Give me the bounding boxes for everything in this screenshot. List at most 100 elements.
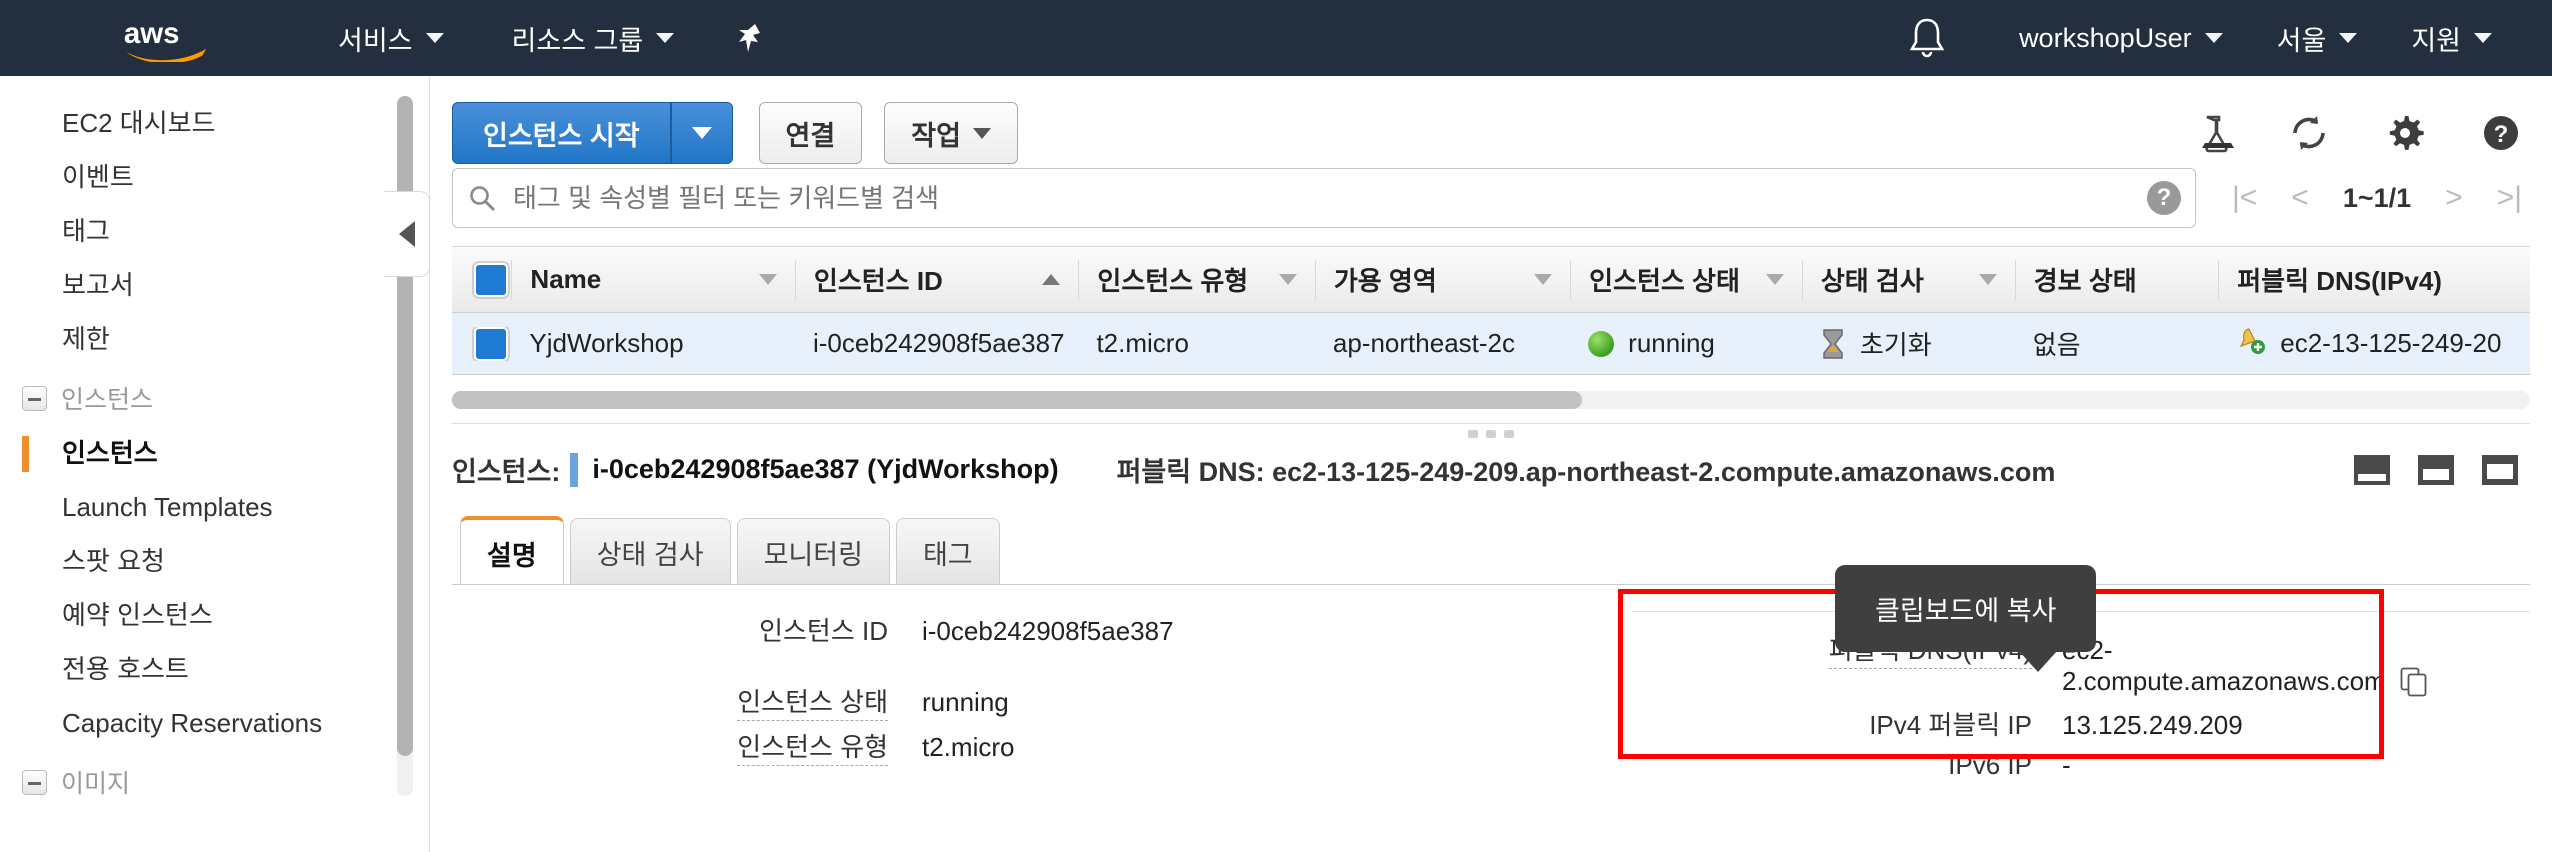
sidebar-group-label: 인스턴스 (61, 386, 154, 414)
chevron-down-icon (425, 33, 444, 43)
tab-monitoring[interactable]: 모니터링 (736, 518, 890, 584)
sidebar-item-label: 인스턴스 (62, 438, 158, 468)
search-help-icon[interactable]: ? (2146, 181, 2181, 215)
panel-medium-icon[interactable] (2418, 454, 2454, 485)
panel-large-icon[interactable] (2482, 454, 2518, 485)
chevron-down-icon[interactable] (1278, 274, 1297, 285)
column-header-instance-id[interactable]: 인스턴스 ID (794, 259, 1079, 300)
grip-dot (1468, 430, 1478, 438)
field-value: running (922, 687, 1009, 717)
sidebar-item-tags[interactable]: 태그 (0, 204, 429, 258)
chevron-down-icon[interactable] (1765, 274, 1784, 285)
collapse-minus-icon[interactable] (22, 769, 47, 795)
chevron-up-icon[interactable] (1042, 274, 1061, 285)
pagination-prev-button[interactable]: < (2291, 181, 2309, 215)
table-horizontal-scrollbar-thumb[interactable] (452, 391, 1582, 409)
sidebar-group-images[interactable]: 이미지 (0, 750, 429, 810)
pane-resize-grip[interactable] (452, 424, 2530, 438)
page-body: EC2 대시보드 이벤트 태그 보고서 제한 인스턴스 인스턴스 Launch … (0, 76, 2552, 852)
column-label: 인스턴스 ID (813, 266, 943, 296)
column-header-instance-state[interactable]: 인스턴스 상태 (1570, 259, 1802, 300)
tab-status-checks[interactable]: 상태 검사 (569, 518, 731, 584)
nav-support-menu[interactable]: 지원 (2411, 19, 2492, 58)
search-box[interactable]: ? (452, 168, 2196, 228)
table-row[interactable]: YjdWorkshop i-0ceb242908f5ae387 t2.micro… (452, 313, 2530, 375)
sidebar-item-events[interactable]: 이벤트 (0, 150, 429, 204)
cell-name: YjdWorkshop (529, 328, 684, 358)
column-header-alarm-status[interactable]: 경보 상태 (2014, 259, 2219, 300)
chevron-down-icon[interactable] (758, 274, 777, 285)
sidebar-item-reports[interactable]: 보고서 (0, 258, 429, 312)
nav-services[interactable]: 서비스 (338, 19, 444, 58)
column-header-status-check[interactable]: 상태 검사 (1801, 259, 2015, 300)
launch-instance-button[interactable]: 인스턴스 시작 (452, 102, 671, 164)
pin-icon[interactable] (734, 21, 768, 55)
chevron-down-icon[interactable] (1978, 274, 1997, 285)
copy-icon[interactable] (2400, 667, 2428, 697)
gear-icon[interactable] (2384, 112, 2426, 154)
chevron-down-icon (691, 127, 712, 139)
public-dns-line-1: ec2- (2062, 635, 2428, 666)
tab-label: 모니터링 (763, 540, 863, 570)
cell-instance-type: t2.micro (1096, 328, 1189, 358)
sidebar-item-label: EC2 대시보드 (62, 108, 216, 138)
sidebar-item-reserved-instances[interactable]: 예약 인스턴스 (0, 588, 429, 642)
row-checkbox[interactable] (473, 326, 508, 361)
help-icon[interactable]: ? (2480, 112, 2522, 154)
launch-instance-dropdown-button[interactable] (670, 102, 733, 164)
column-header-public-dns[interactable]: 퍼블릭 DNS(IPv4) (2218, 259, 2530, 300)
main-content: 인스턴스 시작 연결 작업 ? 태그 및 속성별 필터 또는 키워드별 검색 ?… (430, 76, 2552, 852)
tab-description[interactable]: 설명 (460, 516, 564, 585)
panel-small-icon[interactable] (2354, 454, 2390, 485)
sidebar-group-instances[interactable]: 인스턴스 (0, 366, 429, 426)
cell-public-dns: ec2-13-125-249-20 (2218, 325, 2530, 362)
actions-button[interactable]: 작업 (884, 102, 1018, 164)
pagination-next-button[interactable]: > (2445, 181, 2463, 215)
chevron-down-icon[interactable] (1534, 274, 1553, 285)
refresh-icon[interactable] (2288, 112, 2330, 154)
pagination-first-button[interactable]: |< (2232, 181, 2257, 215)
column-header-availability-zone[interactable]: 가용 영역 (1314, 259, 1570, 300)
sidebar-item-label: 예약 인스턴스 (62, 600, 213, 630)
sidebar-item-instances[interactable]: 인스턴스 (0, 426, 429, 480)
sidebar-item-capacity-reservations[interactable]: Capacity Reservations (0, 696, 429, 750)
select-all-checkbox[interactable] (473, 262, 508, 297)
nav-resource-groups[interactable]: 리소스 그룹 (512, 19, 675, 58)
sidebar-item-launch-templates[interactable]: Launch Templates (0, 480, 429, 534)
pagination-last-button[interactable]: >| (2497, 181, 2522, 215)
pagination-label: 1~1/1 (2342, 182, 2412, 213)
public-dns-line-2-wrap: 2.compute.amazonaws.com (2062, 666, 2428, 697)
row-checkbox-cell[interactable] (452, 326, 511, 361)
sidebar-item-dedicated-hosts[interactable]: 전용 호스트 (0, 642, 429, 696)
select-all-checkbox-cell[interactable] (452, 260, 511, 300)
column-header-name[interactable]: Name (511, 259, 795, 300)
connect-button[interactable]: 연결 (758, 102, 863, 164)
field-ipv4-public-ip: IPv4 퍼블릭 IP 13.125.249.209 (1632, 705, 2530, 750)
description-tab-panel: 인스턴스 ID i-0ceb242908f5ae387 인스턴스 상태 runn… (452, 565, 2530, 789)
nav-region-menu[interactable]: 서울 (2277, 19, 2358, 58)
sidebar-item-ec2-dashboard[interactable]: EC2 대시보드 (0, 96, 429, 150)
column-label: Name (530, 264, 602, 294)
cell-instance-id: i-0ceb242908f5ae387 (812, 328, 1065, 358)
sidebar-item-limits[interactable]: 제한 (0, 312, 429, 366)
actions-label: 작업 (911, 120, 961, 151)
cell-instance-state: running (1570, 328, 1802, 359)
sidebar-item-spot-requests[interactable]: 스팟 요청 (0, 534, 429, 588)
instance-state-text: running (1628, 328, 1715, 358)
column-header-instance-type[interactable]: 인스턴스 유형 (1078, 259, 1314, 300)
tab-tags[interactable]: 태그 (895, 518, 1000, 584)
pagination: |< < 1~1/1 > >| (2232, 181, 2530, 215)
collapse-minus-icon[interactable] (22, 385, 47, 411)
bell-icon[interactable] (1905, 15, 1949, 61)
hourglass-icon (1820, 328, 1846, 360)
table-horizontal-scrollbar[interactable] (452, 391, 2530, 409)
sidebar-collapse-button[interactable] (384, 191, 430, 277)
bell-add-icon (2236, 325, 2266, 362)
chevron-down-icon (656, 33, 675, 43)
flask-icon[interactable] (2192, 112, 2234, 154)
nav-user-menu[interactable]: workshopUser (2019, 23, 2223, 54)
cell-availability-zone: ap-northeast-2c (1332, 328, 1515, 358)
public-dns-text: ec2-13-125-249-20 (2280, 328, 2502, 358)
aws-logo[interactable]: aws (118, 16, 216, 64)
search-input[interactable] (513, 182, 2147, 214)
